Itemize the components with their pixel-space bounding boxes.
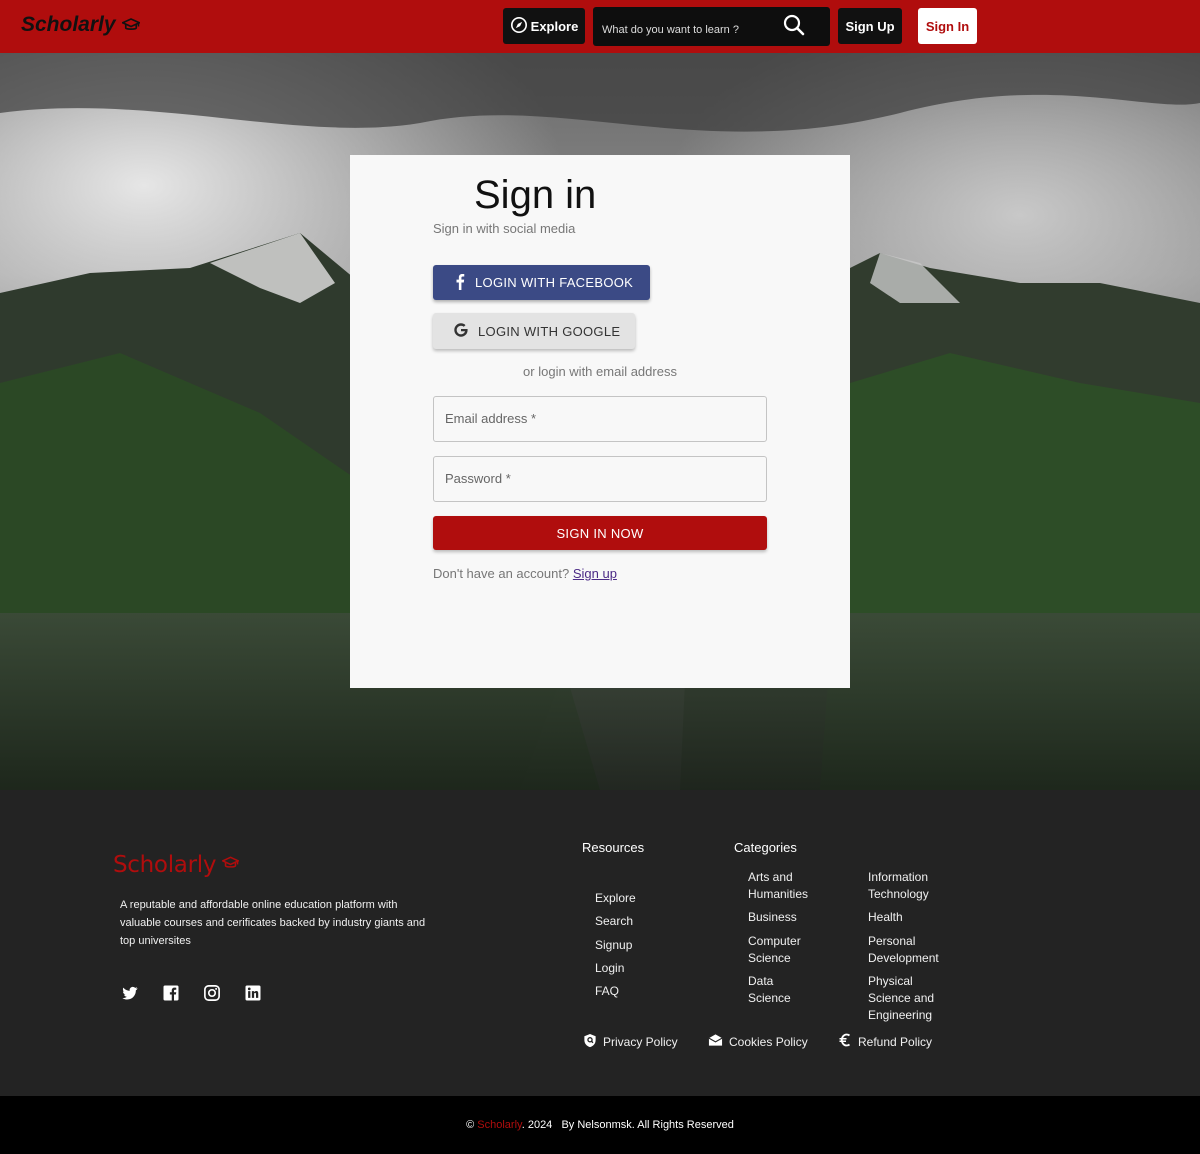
footer-link-search[interactable]: Search bbox=[595, 914, 633, 928]
category-health[interactable]: Health bbox=[868, 909, 903, 926]
envelope-open-icon bbox=[708, 1033, 723, 1050]
no-account-text: Don't have an account? bbox=[433, 566, 570, 581]
signup-button[interactable]: Sign Up bbox=[838, 8, 902, 44]
twitter-icon[interactable] bbox=[121, 984, 139, 1002]
copyright-brand[interactable]: Scholarly bbox=[477, 1119, 521, 1131]
signin-button[interactable]: Sign In bbox=[918, 8, 977, 44]
footer-link-login[interactable]: Login bbox=[595, 961, 624, 975]
categories-heading: Categories bbox=[734, 840, 797, 855]
google-g-icon bbox=[453, 322, 469, 341]
category-computer-science[interactable]: Computer Science bbox=[748, 933, 818, 967]
copyright-symbol: © bbox=[466, 1119, 475, 1131]
category-personal-development[interactable]: Personal Development bbox=[868, 933, 953, 967]
sign-in-now-button[interactable]: SIGN IN NOW bbox=[433, 516, 767, 550]
category-data-science[interactable]: Data Science bbox=[748, 973, 798, 1007]
footer: Scholarly A reputable and affordable onl… bbox=[0, 790, 1200, 1096]
cookies-policy-link[interactable]: Cookies Policy bbox=[708, 1033, 808, 1050]
instagram-icon[interactable] bbox=[203, 984, 221, 1002]
login-facebook-button[interactable]: LOGIN WITH FACEBOOK bbox=[433, 265, 650, 300]
signin-subtitle: Sign in with social media bbox=[433, 221, 576, 236]
category-physical-science-engineering[interactable]: Physical Science and Engineering bbox=[868, 973, 948, 1024]
euro-icon bbox=[838, 1033, 852, 1050]
email-field-label: Email address * bbox=[445, 411, 537, 426]
facebook-icon[interactable] bbox=[162, 984, 180, 1002]
signin-card: Sign in Sign in with social media LOGIN … bbox=[350, 155, 850, 688]
no-account-prompt: Don't have an account? Sign up bbox=[433, 566, 617, 581]
cookies-policy-label: Cookies Policy bbox=[729, 1034, 808, 1049]
graduation-cap-icon bbox=[121, 18, 140, 32]
copyright-bar: © Scholarly. 2024 By Nelsonmsk. All Righ… bbox=[0, 1096, 1200, 1154]
search-placeholder: What do you want to learn ? bbox=[602, 24, 739, 36]
top-navbar: Scholarly Explore What do you want to le… bbox=[0, 0, 1200, 53]
compass-icon bbox=[510, 16, 528, 37]
graduation-cap-icon bbox=[220, 855, 241, 875]
email-field[interactable]: Email address * bbox=[433, 396, 767, 442]
explore-button[interactable]: Explore bbox=[503, 8, 585, 44]
email-login-divider-text: or login with email address bbox=[523, 364, 677, 379]
password-field[interactable]: Password * bbox=[433, 456, 767, 502]
category-information-technology[interactable]: Information Technology bbox=[868, 869, 953, 903]
login-google-label: LOGIN WITH GOOGLE bbox=[478, 323, 621, 339]
resources-heading: Resources bbox=[582, 840, 645, 855]
footer-brand-name: Scholarly bbox=[113, 852, 217, 878]
login-facebook-label: LOGIN WITH FACEBOOK bbox=[475, 275, 634, 290]
category-business[interactable]: Business bbox=[748, 909, 797, 926]
privacy-policy-link[interactable]: Privacy Policy bbox=[583, 1033, 678, 1051]
footer-link-explore[interactable]: Explore bbox=[595, 891, 636, 905]
footer-link-faq[interactable]: FAQ bbox=[595, 984, 619, 998]
login-google-button[interactable]: LOGIN WITH GOOGLE bbox=[433, 313, 635, 349]
footer-link-signup[interactable]: Signup bbox=[595, 938, 632, 952]
privacy-policy-label: Privacy Policy bbox=[603, 1035, 678, 1049]
refund-policy-link[interactable]: Refund Policy bbox=[838, 1033, 932, 1050]
facebook-f-icon bbox=[455, 273, 465, 293]
footer-brand-logo[interactable]: Scholarly bbox=[113, 852, 241, 878]
refund-policy-label: Refund Policy bbox=[858, 1034, 933, 1049]
brand-name: Scholarly bbox=[21, 13, 116, 36]
signin-title: Sign in bbox=[474, 173, 597, 217]
category-arts-humanities[interactable]: Arts and Humanities bbox=[748, 869, 828, 903]
copyright-text: © Scholarly. 2024 By Nelsonmsk. All Righ… bbox=[0, 1119, 1200, 1131]
search-icon[interactable] bbox=[783, 14, 805, 41]
footer-description: A reputable and affordable online educat… bbox=[120, 899, 426, 947]
explore-label: Explore bbox=[530, 18, 579, 34]
signup-link[interactable]: Sign up bbox=[573, 566, 617, 581]
linkedin-icon[interactable] bbox=[244, 984, 262, 1002]
brand-logo[interactable]: Scholarly bbox=[21, 13, 140, 37]
password-field-label: Password * bbox=[445, 471, 511, 486]
copyright-rest: . 2024 By Nelsonmsk. All Rights Reserved bbox=[521, 1119, 734, 1131]
shield-icon bbox=[583, 1033, 597, 1051]
social-links bbox=[121, 984, 262, 1002]
